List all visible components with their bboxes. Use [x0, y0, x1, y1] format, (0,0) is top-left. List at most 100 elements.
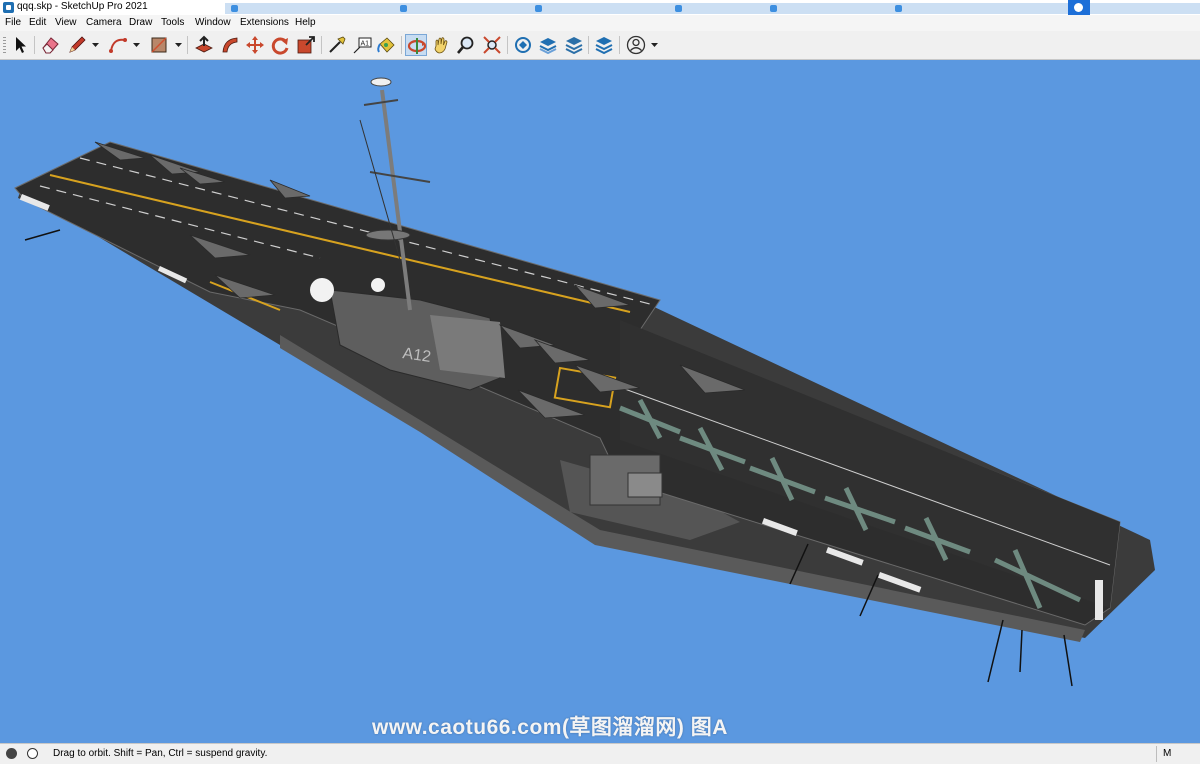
app-icon [675, 5, 682, 12]
menu-camera[interactable]: Camera [86, 17, 122, 28]
watermark-text: www.caotu66.com(草图溜溜网) 图A [372, 716, 728, 739]
radar-antenna [365, 229, 411, 241]
toolbar-grip[interactable] [3, 37, 6, 54]
measurements-label[interactable]: M [1163, 748, 1171, 759]
app-icon [770, 5, 777, 12]
menu-draw[interactable]: Draw [129, 17, 152, 28]
paint-bucket-icon [377, 37, 395, 53]
mast-yard [369, 171, 431, 183]
magnifier-icon [457, 36, 474, 54]
toolbar-separator [187, 36, 188, 54]
pan-tool-button[interactable] [430, 34, 452, 56]
radar-dome [371, 278, 385, 292]
deck-edge-lights [1095, 580, 1103, 620]
move-icon [246, 36, 264, 54]
app-icon [535, 5, 542, 12]
island-bridge [430, 315, 505, 378]
extension-manager-button[interactable] [593, 34, 615, 56]
toolbar: A1 [0, 31, 1200, 60]
status-bar: Drag to orbit. Shift = Pan, Ctrl = suspe… [0, 743, 1200, 764]
layout-icon [565, 37, 583, 55]
app-icon [895, 5, 902, 12]
push-pull-icon [195, 35, 213, 53]
background-window-strip [225, 3, 1200, 14]
mast-yard [363, 99, 399, 106]
tape-measure-icon [329, 36, 346, 53]
menu-edit[interactable]: Edit [29, 17, 46, 28]
radar-dome [310, 278, 334, 302]
move-tool-button[interactable] [244, 34, 266, 56]
line-tool-button[interactable] [66, 34, 88, 56]
3d-warehouse-button[interactable] [512, 34, 534, 56]
rotate-tool-button[interactable] [269, 34, 291, 56]
pencil-icon [69, 36, 86, 53]
gun-turret [627, 472, 663, 498]
zoom-extents-tool-button[interactable] [481, 34, 503, 56]
orbit-tool-button[interactable] [405, 34, 427, 56]
chevron-down-icon[interactable] [175, 42, 182, 48]
arc-icon [109, 38, 127, 53]
menu-tools[interactable]: Tools [161, 17, 184, 28]
eraser-icon [42, 37, 59, 54]
antenna [24, 229, 61, 241]
account-button[interactable] [625, 34, 647, 56]
arc-tool-button[interactable] [107, 34, 129, 56]
arrow-cursor-icon [16, 37, 26, 53]
toolbar-separator [34, 36, 35, 54]
scale-icon [297, 36, 315, 54]
aircraft-carrier-model: A12 [14, 77, 1155, 687]
toolbar-separator [588, 36, 589, 54]
orbit-icon [407, 38, 427, 54]
sketchup-logo-icon [3, 2, 14, 13]
text-tool-button[interactable]: A1 [351, 34, 373, 56]
text-tool-label: A1 [361, 41, 370, 48]
mast-radar [370, 77, 392, 87]
chevron-down-icon[interactable] [133, 42, 140, 48]
model-viewport[interactable]: A12 www.caotu66.com(草图溜溜网) 图A [0, 60, 1200, 743]
user-icon [626, 35, 646, 55]
follow-me-tool-button[interactable] [219, 34, 241, 56]
menu-file[interactable]: File [5, 17, 21, 28]
tape-measure-tool-button[interactable] [326, 34, 348, 56]
app-icon [231, 5, 238, 12]
menu-bar: File Edit View Camera Draw Tools Window … [0, 15, 1200, 31]
zoom-extents-icon [483, 36, 501, 54]
title-bar: qqq.skp - SketchUp Pro 2021 [0, 0, 1200, 15]
push-pull-tool-button[interactable] [193, 34, 215, 56]
antenna [987, 619, 1004, 683]
rotate-icon [271, 37, 289, 55]
toolbar-separator [321, 36, 322, 54]
menu-view[interactable]: View [55, 17, 77, 28]
status-hint: Drag to orbit. Shift = Pan, Ctrl = suspe… [53, 748, 268, 759]
hand-icon [434, 37, 448, 54]
menu-help[interactable]: Help [295, 17, 316, 28]
menu-window[interactable]: Window [195, 17, 231, 28]
extension-warehouse-icon [539, 38, 557, 55]
toolbar-separator [619, 36, 620, 54]
shapes-tool-button[interactable] [148, 34, 170, 56]
warehouse-icon [515, 37, 531, 53]
toolbar-separator [507, 36, 508, 54]
rectangle-icon [151, 37, 167, 53]
browser-button[interactable] [1068, 0, 1090, 15]
zoom-tool-button[interactable] [455, 34, 477, 56]
extension-warehouse-button[interactable] [537, 34, 559, 56]
antenna [1019, 629, 1023, 673]
geo-location-icon[interactable] [6, 748, 17, 759]
follow-me-icon [222, 37, 238, 53]
chevron-down-icon[interactable] [651, 42, 658, 48]
extension-manager-icon [595, 37, 613, 55]
paint-bucket-tool-button[interactable] [375, 34, 397, 56]
text-icon: A1 [353, 37, 372, 54]
antenna [1063, 634, 1073, 687]
status-divider [1156, 746, 1157, 762]
toolbar-separator [401, 36, 402, 54]
select-tool-button[interactable] [9, 34, 31, 56]
scale-tool-button[interactable] [295, 34, 317, 56]
chevron-down-icon[interactable] [92, 42, 99, 48]
layout-button[interactable] [563, 34, 585, 56]
menu-extensions[interactable]: Extensions [240, 17, 289, 28]
window-title: qqq.skp - SketchUp Pro 2021 [17, 1, 148, 12]
eraser-tool-button[interactable] [39, 34, 61, 56]
info-icon[interactable] [27, 748, 38, 759]
